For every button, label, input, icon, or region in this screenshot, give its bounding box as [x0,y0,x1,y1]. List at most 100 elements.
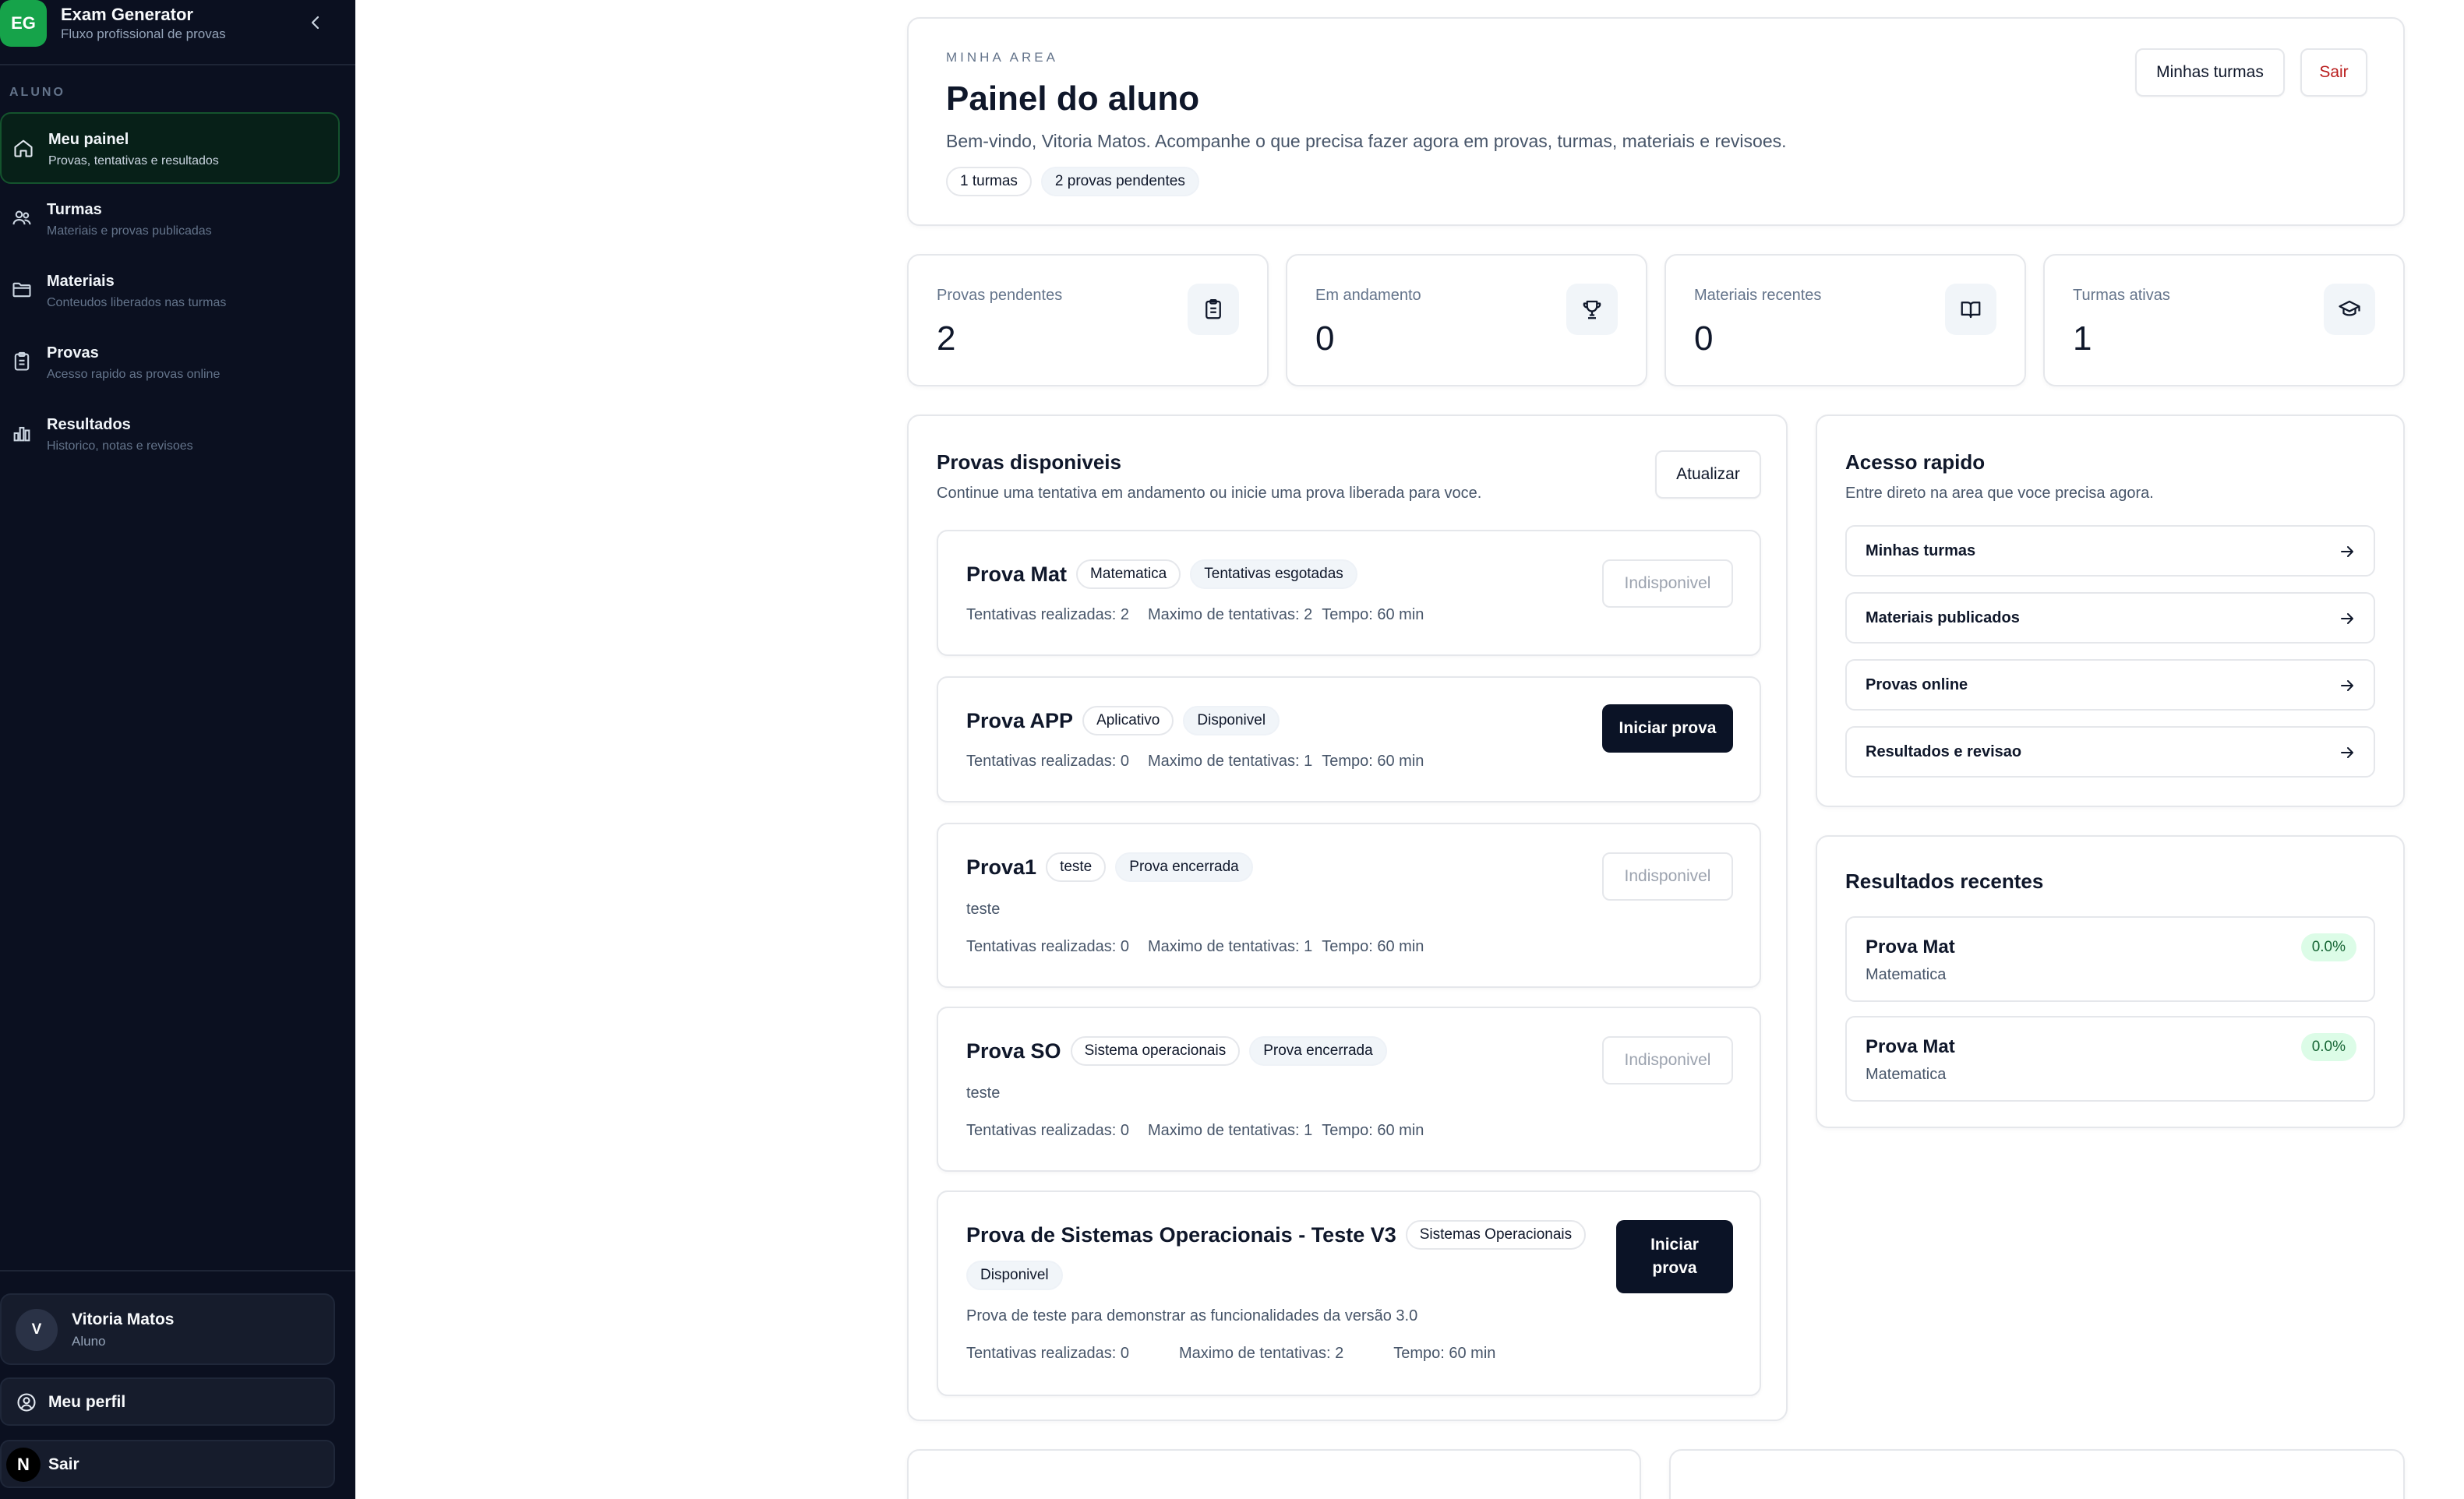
header-chips: 1 turmas 2 provas pendentes [946,167,1199,196]
exam-name: Prova de Sistemas Operacionais - Teste V… [966,1222,1396,1247]
exam-time: Tempo: 60 min [1322,1122,1424,1139]
result-item[interactable]: Prova Mat Matematica 0.0% [1845,916,2375,1002]
user-card[interactable]: V Vitoria Matos Aluno [0,1293,335,1365]
exam-header: Prova APP Aplicativo Disponivel [966,706,1280,735]
quick-link-provas-online[interactable]: Provas online [1845,659,2375,711]
stat-icon-wrap [1945,284,1996,335]
stat-card-recent-materials: Materiais recentes 0 [1664,254,2026,386]
stat-value: 0 [1315,319,1335,358]
exam-subject-chip: Aplicativo [1082,706,1174,735]
profile-button[interactable]: Meu perfil [0,1377,335,1426]
user-role: Aluno [72,1334,106,1349]
exam-description: teste [966,901,1001,918]
sidebar-item-resultados[interactable]: Resultados Historico, notas e revisoes [0,399,340,471]
exam-card-prova1: Prova1 teste Prova encerrada teste Tenta… [937,823,1761,988]
bottom-card-right [1669,1449,2405,1499]
exam-status-chip: Disponivel [1183,706,1280,735]
exam-header: Prova SO Sistema operacionais Prova ence… [966,1036,1387,1066]
logout-header-button[interactable]: Sair [2300,48,2367,97]
exam-status-chip: Prova encerrada [1115,852,1253,882]
sidebar-nav: Meu painel Provas, tentativas e resultad… [0,112,340,471]
exam-unavailable-button: Indisponivel [1602,1036,1733,1085]
sidebar-item-turmas[interactable]: Turmas Materiais e provas publicadas [0,184,340,256]
arrow-right-icon [2341,747,2353,758]
clipboard-icon [1206,299,1221,319]
clipboard-icon [14,351,30,371]
exam-max-attempts: Maximo de tentativas: 1 [1148,1122,1313,1139]
exam-meta: Tentativas realizadas: 0 Maximo de tenta… [966,1345,1495,1363]
arrow-right-icon [2341,546,2353,557]
sidebar-item-materiais[interactable]: Materiais Conteudos liberados nas turmas [0,256,340,327]
quick-link-label: Provas online [1866,676,1968,693]
exam-attempts: Tentativas realizadas: 0 [966,938,1130,955]
stat-icon-wrap [2324,284,2375,335]
exam-max-attempts: Maximo de tentativas: 2 [1179,1345,1344,1362]
exam-meta: Tentativas realizadas: 0 Maximo de tenta… [966,753,1424,771]
exam-attempts: Tentativas realizadas: 0 [966,1122,1130,1139]
avatar: V [16,1309,58,1351]
quick-link-minhas-turmas[interactable]: Minhas turmas [1845,525,2375,577]
brand-logo: EG [0,0,47,47]
classes-count-chip: 1 turmas [946,167,1032,196]
exam-status-chip: Disponivel [966,1261,1063,1290]
sidebar: EG Exam Generator Fluxo profissional de … [0,0,355,1499]
exam-max-attempts: Maximo de tentativas: 2 [1148,606,1313,623]
exam-card-prova-so: Prova SO Sistema operacionais Prova ence… [937,1007,1761,1172]
result-subject: Matematica [1866,966,1947,983]
book-open-icon [1961,302,1981,319]
exam-name: Prova1 [966,855,1037,879]
sidebar-footer: V Vitoria Matos Aluno Meu perfil N Sair [0,1270,355,1499]
quick-link-resultados-revisao[interactable]: Resultados e revisao [1845,726,2375,778]
recent-results-card: Resultados recentes Prova Mat Matematica… [1816,835,2405,1128]
profile-label: Meu perfil [48,1393,126,1411]
home-icon [14,139,33,157]
quick-link-label: Resultados e revisao [1866,743,2022,760]
brand-subtitle: Fluxo profissional de provas [61,26,226,41]
exam-name: Prova Mat [966,562,1068,586]
stat-icon-wrap [1188,284,1239,335]
exam-time: Tempo: 60 min [1322,753,1424,770]
logout-button[interactable]: N Sair [0,1440,335,1488]
exam-attempts: Tentativas realizadas: 2 [966,606,1130,623]
stat-card-active-classes: Turmas ativas 1 [2043,254,2405,386]
sidebar-item-meu-painel[interactable]: Meu painel Provas, tentativas e resultad… [0,112,340,184]
users-icon [12,210,31,225]
logout-label: Sair [48,1455,79,1473]
folder-icon [12,282,31,298]
quick-access-subtitle: Entre direto na area que voce precisa ag… [1845,485,2154,502]
stat-label: Em andamento [1315,287,1421,304]
result-item[interactable]: Prova Mat Matematica 0.0% [1845,1016,2375,1102]
sidebar-item-subtitle: Acesso rapido as provas online [47,368,221,381]
result-score-badge: 0.0% [2300,933,2356,961]
exam-header: Prova de Sistemas Operacionais - Teste V… [966,1220,1590,1290]
available-exams-card: Provas disponiveis Continue uma tentativ… [907,414,1788,1421]
exam-subject-chip: teste [1046,852,1107,882]
exam-subject-chip: Matematica [1076,559,1181,589]
start-exam-button[interactable]: Iniciar prova [1602,704,1733,753]
exam-unavailable-button: Indisponivel [1602,852,1733,901]
pending-exams-chip: 2 provas pendentes [1040,167,1199,196]
exam-meta: Tentativas realizadas: 2 Maximo de tenta… [966,606,1424,624]
exam-card-prova-mat: Prova Mat Matematica Tentativas esgotada… [937,530,1761,656]
stat-icon-wrap [1566,284,1618,335]
start-exam-button[interactable]: Iniciar prova [1616,1220,1733,1293]
sidebar-item-subtitle: Conteudos liberados nas turmas [47,296,227,309]
exam-max-attempts: Maximo de tentativas: 1 [1148,938,1313,955]
user-name: Vitoria Matos [72,1310,175,1328]
exams-section-title: Provas disponiveis [937,450,1121,474]
quick-access-title: Acesso rapido [1845,450,1986,474]
sidebar-item-title: Resultados [47,416,131,433]
recent-results-title: Resultados recentes [1845,869,2044,893]
collapse-sidebar-button[interactable] [304,11,327,34]
exam-time: Tempo: 60 min [1322,938,1424,955]
my-classes-button[interactable]: Minhas turmas [2135,48,2285,97]
brand-title: Exam Generator [61,5,193,24]
stat-value: 2 [937,319,956,358]
quick-link-materiais-publicados[interactable]: Materiais publicados [1845,592,2375,644]
stat-card-pending-exams: Provas pendentes 2 [907,254,1269,386]
sidebar-item-provas[interactable]: Provas Acesso rapido as provas online [0,327,340,399]
exam-max-attempts: Maximo de tentativas: 1 [1148,753,1313,770]
refresh-button[interactable]: Atualizar [1655,450,1761,499]
exam-header: Prova1 teste Prova encerrada [966,852,1253,882]
exam-attempts: Tentativas realizadas: 0 [966,1345,1130,1362]
